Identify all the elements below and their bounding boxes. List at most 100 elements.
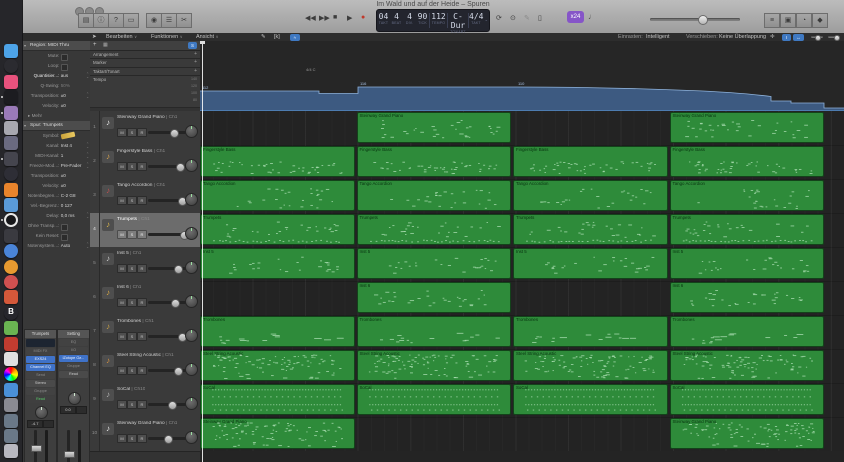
- apple-loops-toggle[interactable]: ◔: [796, 13, 812, 28]
- position-beat[interactable]: 4 BEAT: [390, 10, 403, 31]
- strip-slot-izotope-oz-[interactable]: iZotope Oz...: [59, 355, 88, 362]
- play-button[interactable]: ▶: [347, 14, 352, 22]
- track-name[interactable]: Inst 6 | Ch1: [117, 285, 141, 290]
- midi-region[interactable]: Steinway Grand Piano: [200, 418, 355, 449]
- track-mute-button[interactable]: M: [117, 196, 127, 205]
- midi-region[interactable]: Steel String Acoustic: [669, 350, 824, 381]
- track-lane-2[interactable]: Fingerstyle Bass Fingerstyle Bass Fingerst…: [200, 145, 844, 180]
- keynote-app-icon[interactable]: [4, 382, 18, 397]
- strip-slot-eq[interactable]: EQ: [59, 339, 88, 346]
- orange-square-app-icon[interactable]: [4, 290, 18, 305]
- track-solo-button[interactable]: S: [127, 332, 137, 341]
- strip-slot-midi-fx[interactable]: MIDI FX: [26, 348, 55, 355]
- pink-app-icon[interactable]: [4, 74, 18, 89]
- add-lane-event-button[interactable]: +: [194, 59, 197, 65]
- count-in-button[interactable]: ▯: [538, 14, 542, 22]
- pointer-tool-icon[interactable]: ➤: [92, 33, 97, 41]
- midi-region[interactable]: SoCal: [513, 384, 668, 415]
- red-circle-app-icon[interactable]: [4, 275, 18, 289]
- track-name[interactable]: Tango Accordion | Ch1: [117, 183, 165, 188]
- midi-region[interactable]: Steel String Acoustic: [356, 350, 511, 381]
- track-param-value[interactable]: C-2 G8: [61, 191, 76, 201]
- region-param-checkbox[interactable]: [60, 53, 68, 61]
- add-lane-event-button[interactable]: +: [194, 68, 197, 74]
- midi-region[interactable]: Steinway Grand Piano: [669, 418, 824, 449]
- pencil-tool-icon[interactable]: ✎: [261, 33, 266, 41]
- track-name[interactable]: Trumpets | Ch1: [117, 217, 150, 222]
- vinyl-app-icon[interactable]: [4, 213, 18, 228]
- track-solo-button[interactable]: S: [127, 162, 137, 171]
- track-name[interactable]: Inst 5 | Ch1: [117, 251, 141, 256]
- strip-slot-stereo[interactable]: Stereo: [26, 380, 55, 387]
- global-lane-taktart-tonart[interactable]: Taktart/Tonart +: [90, 67, 200, 76]
- snap-value[interactable]: Intelligent: [646, 33, 670, 41]
- track-pan-knob[interactable]: [185, 329, 198, 342]
- track-volume-slider[interactable]: [148, 435, 190, 444]
- track-header-9[interactable]: 9 ♪ SoCal | Ch10 M S R: [90, 383, 200, 418]
- pan-knob[interactable]: [35, 406, 48, 419]
- track-volume-slider[interactable]: [148, 197, 190, 206]
- tempo-field[interactable]: 112 TEMPO: [430, 10, 447, 31]
- menu-funktionen[interactable]: Funktionen ∨: [151, 33, 183, 41]
- track-record-button[interactable]: R: [137, 434, 147, 443]
- track-lane-6[interactable]: Inst 6 Inst 6: [200, 281, 844, 316]
- strip-slot-read[interactable]: Read: [26, 396, 55, 403]
- apple-colors-app-icon[interactable]: [4, 352, 18, 366]
- channel-fader[interactable]: [64, 430, 75, 462]
- track-param-value[interactable]: Inst 4: [61, 141, 72, 151]
- stepper-icon[interactable]: ⌃ ⌄: [86, 242, 89, 249]
- midi-region[interactable]: Tango Accordion: [200, 180, 355, 211]
- track-volume-slider[interactable]: [148, 265, 190, 274]
- position-tick[interactable]: 90 TICK: [416, 10, 429, 31]
- track-volume-slider[interactable]: [148, 367, 190, 376]
- stepper-icon[interactable]: ⌃ ⌄: [86, 92, 89, 99]
- track-solo-button[interactable]: S: [127, 230, 137, 239]
- stepper-icon[interactable]: ⌃ ⌄: [86, 142, 89, 149]
- strip-slot-channel-eq[interactable]: Channel EQ: [26, 364, 55, 371]
- midi-region[interactable]: Tango Accordion: [669, 180, 824, 211]
- track-mute-button[interactable]: M: [117, 298, 127, 307]
- track-name[interactable]: Steel String Acoustic | Ch1: [117, 353, 174, 358]
- clapper-app-icon[interactable]: [4, 228, 18, 243]
- track-param-value[interactable]: Auto: [61, 241, 70, 251]
- track-pan-knob[interactable]: [185, 125, 198, 138]
- track-solo-button[interactable]: S: [127, 264, 137, 273]
- track-lane-4[interactable]: Trumpets Trumpets Trumpets Trumpets: [200, 213, 844, 248]
- region-param-value[interactable]: ±0: [61, 91, 66, 101]
- pan-knob[interactable]: [68, 392, 81, 405]
- track-header-7[interactable]: 7 ♪ Trombones | Ch1 M S R: [90, 315, 200, 350]
- track-record-button[interactable]: R: [137, 264, 147, 273]
- track-header-6[interactable]: 6 ♪ Inst 6 | Ch1 M S R: [90, 281, 200, 316]
- marquee-tool-icon[interactable]: [k]: [274, 33, 280, 41]
- horizontal-zoom-slider[interactable]: [811, 35, 823, 41]
- track-pan-knob[interactable]: [185, 397, 198, 410]
- track-record-button[interactable]: R: [137, 332, 147, 341]
- master-volume-slider[interactable]: [650, 15, 740, 25]
- midi-region[interactable]: Inst 5: [200, 248, 355, 279]
- add-lane-event-button[interactable]: +: [194, 51, 197, 57]
- strip-slot-exs24[interactable]: EXS24: [26, 356, 55, 363]
- track-name[interactable]: SoCal | Ch10: [117, 387, 145, 392]
- channel-strip-name[interactable]: Trumpets: [25, 330, 56, 338]
- lcd-options-chevron[interactable]: ⌄: [485, 17, 488, 22]
- film-reel-icon[interactable]: [4, 167, 18, 182]
- track-param-checkbox[interactable]: [60, 223, 68, 231]
- track-record-button[interactable]: R: [137, 230, 147, 239]
- track-pan-knob[interactable]: [185, 227, 198, 240]
- track-pan-knob[interactable]: [185, 295, 198, 308]
- list-editors-toggle[interactable]: ≡: [764, 13, 780, 28]
- track-param-value[interactable]: 0,0 ms: [61, 211, 75, 221]
- midi-region[interactable]: Trombones: [356, 316, 511, 347]
- lcd-display[interactable]: 04 TAKT 4 BEAT 4 DIV. 90 TICK 112 TEMPO C-Dur TONAR…: [376, 9, 490, 34]
- folder-icon[interactable]: [4, 413, 18, 428]
- midi-region[interactable]: Trumpets: [356, 214, 511, 245]
- midi-region[interactable]: Inst 6: [669, 282, 824, 313]
- strip-slot-gruppe[interactable]: Gruppe: [26, 388, 55, 395]
- trumpet-symbol-image[interactable]: [60, 131, 76, 140]
- global-tracks-toggle[interactable]: S: [188, 42, 197, 49]
- track-solo-button[interactable]: S: [127, 128, 137, 137]
- midi-region[interactable]: Inst 5: [356, 248, 511, 279]
- tempo-curve[interactable]: 112 116 110: [200, 78, 844, 111]
- add-track-button[interactable]: +: [93, 42, 97, 48]
- track-pan-knob[interactable]: [185, 159, 198, 172]
